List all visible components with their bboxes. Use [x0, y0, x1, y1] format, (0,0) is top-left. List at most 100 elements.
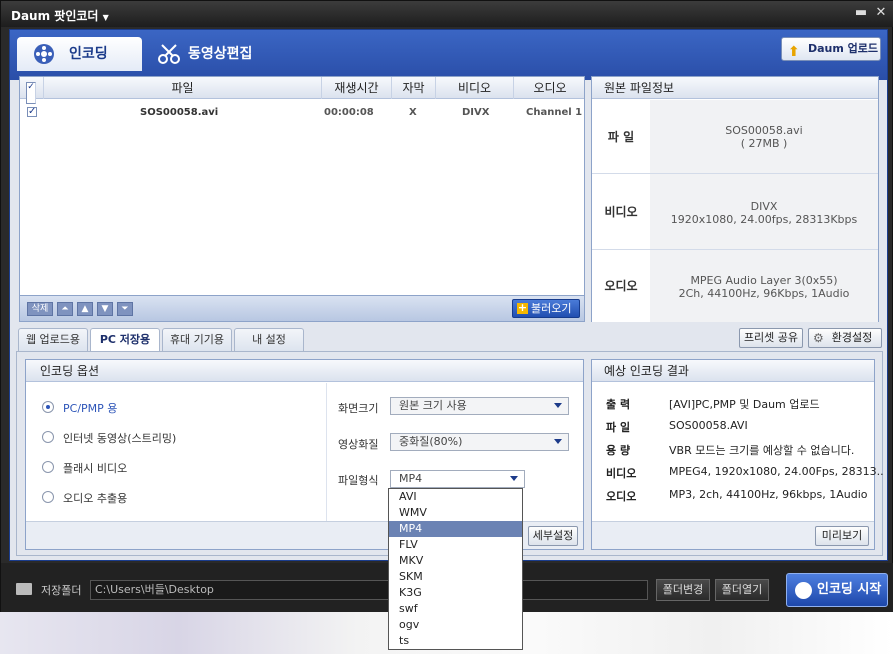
subtab-my-settings[interactable]: 내 설정: [234, 328, 304, 352]
subtab-web-upload[interactable]: 웹 업로드용: [18, 328, 88, 352]
change-folder-button[interactable]: 폴더변경: [656, 579, 710, 601]
column-file[interactable]: 파일: [44, 77, 322, 99]
load-button[interactable]: + 불러오기: [512, 299, 580, 318]
start-encoding-label: 인코딩 시작: [817, 582, 882, 597]
radio-flash[interactable]: [42, 461, 54, 473]
column-subtitle[interactable]: 자막: [392, 77, 436, 99]
title-bar[interactable]: Daum 팟인코더 ▼ ▬ ✕: [1, 1, 893, 27]
chevron-down-icon: [554, 403, 562, 408]
table-row[interactable]: ✓ SOS00058.avi 00:00:08 X DIVX Channel 1: [20, 101, 584, 123]
dropdown-option-swf[interactable]: swf: [389, 601, 522, 617]
column-video[interactable]: 비디오: [436, 77, 514, 99]
result-file-value: SOS00058.AVI: [669, 419, 748, 432]
save-folder-label: 저장폴더: [41, 584, 82, 597]
tab-video-edit-label: 동영상편집: [188, 46, 253, 62]
film-reel-icon: [795, 582, 812, 599]
save-folder-path[interactable]: C:\Users\버들\Desktop: [90, 580, 648, 600]
dropdown-option-avi[interactable]: AVI: [389, 489, 522, 505]
source-file-label: 파 일: [592, 100, 650, 173]
format-label: 파일형식: [338, 474, 379, 487]
source-file-row: 파 일 SOS00058.avi ( 27MB ): [592, 100, 878, 174]
source-file-name: SOS00058.avi: [725, 124, 803, 137]
preset-share-button[interactable]: 프리셋 공유: [739, 328, 803, 348]
result-video-label: 비디오: [606, 467, 637, 480]
dropdown-option-mp4[interactable]: MP4: [389, 521, 522, 537]
encoding-options-title: 인코딩 옵션: [26, 360, 583, 382]
quality-select[interactable]: 중화질(80%): [390, 433, 569, 451]
radio-pc-pmp[interactable]: [42, 401, 54, 413]
result-size-label: 용 량: [606, 444, 631, 457]
format-dropdown-list[interactable]: AVI WMV MP4 FLV MKV SKM K3G swf ogv ts: [388, 488, 523, 650]
dropdown-option-ogv[interactable]: ogv: [389, 617, 522, 633]
source-audio-detail: 2Ch, 44100Hz, 96Kbps, 1Audio: [678, 287, 850, 300]
chevron-down-icon: [554, 439, 562, 444]
dropdown-option-skm[interactable]: SKM: [389, 569, 522, 585]
row-video: DIVX: [462, 107, 490, 118]
quality-value: 중화질(80%): [399, 435, 463, 448]
result-file-label: 파 일: [606, 421, 631, 434]
dropdown-option-k3g[interactable]: K3G: [389, 585, 522, 601]
delete-button[interactable]: 삭제: [27, 302, 53, 316]
folder-icon: [16, 583, 32, 595]
plus-icon: +: [517, 301, 528, 314]
subtab-pc-save[interactable]: PC 저장용: [90, 328, 160, 353]
daum-upload-button[interactable]: ⬆ Daum 업로드: [781, 37, 881, 61]
radio-flash-label[interactable]: 플래시 비디오: [63, 460, 127, 476]
dropdown-option-mkv[interactable]: MKV: [389, 553, 522, 569]
result-size-value: VBR 모드는 크기를 예상할 수 없습니다.: [669, 444, 855, 457]
gear-icon: ⚙: [813, 331, 824, 345]
dropdown-option-ts[interactable]: ts: [389, 633, 522, 649]
settings-button[interactable]: ⚙ 환경설정: [808, 328, 882, 348]
detail-settings-button[interactable]: 세부설정: [528, 526, 578, 546]
radio-streaming[interactable]: [42, 431, 54, 443]
screen-size-select[interactable]: 원본 크기 사용: [390, 397, 569, 415]
expected-result-title: 예상 인코딩 결과: [592, 360, 874, 382]
move-bottom-icon[interactable]: ⏷: [117, 302, 133, 316]
move-top-icon[interactable]: ⏶: [57, 302, 73, 316]
column-duration[interactable]: 재생시간: [322, 77, 392, 99]
radio-streaming-label[interactable]: 인터넷 동영상(스트리밍): [63, 430, 176, 446]
screen-size-value: 원본 크기 사용: [399, 399, 467, 412]
radio-audio-extract-label[interactable]: 오디오 추출용: [63, 490, 127, 506]
format-select[interactable]: MP4: [390, 470, 525, 488]
open-folder-button[interactable]: 폴더열기: [715, 579, 769, 601]
daum-upload-label: Daum 업로드: [808, 42, 879, 55]
close-button[interactable]: ✕: [873, 5, 889, 21]
upload-arrow-icon: ⬆: [788, 44, 800, 60]
tab-encoding-label: 인코딩: [69, 46, 108, 62]
row-checkbox[interactable]: ✓: [27, 107, 37, 117]
dropdown-option-flv[interactable]: FLV: [389, 537, 522, 553]
result-video-value: MPEG4, 1920x1080, 24.00Fps, 28313..: [669, 465, 884, 478]
source-video-codec: DIVX: [750, 200, 778, 213]
move-up-icon[interactable]: ▲: [77, 302, 93, 316]
dropdown-option-wmv[interactable]: WMV: [389, 505, 522, 521]
result-output-label: 출 력: [606, 398, 631, 411]
quality-label: 영상화질: [338, 438, 379, 451]
radio-pc-pmp-label[interactable]: PC/PMP 용: [63, 400, 117, 416]
scissors-film-icon: [158, 44, 180, 64]
chevron-down-icon: [510, 476, 518, 481]
tab-video-edit[interactable]: 동영상편집: [142, 37, 272, 71]
file-list-toolbar: 삭제 ⏶ ▲ ▼ ⏷ + 불러오기: [20, 295, 584, 321]
film-reel-icon: [34, 44, 54, 64]
source-video-label: 비디오: [592, 174, 650, 249]
subtab-mobile[interactable]: 휴대 기기용: [162, 328, 232, 352]
file-list-header: ✓ 파일 재생시간 자막 비디오 오디오: [20, 77, 586, 104]
minimize-button[interactable]: ▬: [853, 5, 869, 21]
load-label: 불러오기: [531, 302, 572, 315]
result-output-value: [AVI]PC,PMP 및 Daum 업로드: [669, 398, 820, 411]
row-duration: 00:00:08: [324, 107, 374, 118]
preview-button[interactable]: 미리보기: [815, 526, 869, 546]
start-encoding-button[interactable]: 인코딩 시작: [786, 573, 888, 607]
source-video-row: 비디오 DIVX 1920x1080, 24.00fps, 28313Kbps: [592, 174, 878, 250]
result-audio-label: 오디오: [606, 490, 637, 503]
move-down-icon[interactable]: ▼: [97, 302, 113, 316]
column-audio[interactable]: 오디오: [514, 77, 586, 99]
radio-audio-extract[interactable]: [42, 491, 54, 503]
source-video-detail: 1920x1080, 24.00fps, 28313Kbps: [670, 213, 858, 226]
result-audio-value: MP3, 2ch, 44100Hz, 96kbps, 1Audio: [669, 488, 868, 501]
tab-encoding[interactable]: 인코딩: [17, 37, 142, 71]
row-subtitle: X: [409, 107, 417, 118]
expected-result-panel: 예상 인코딩 결과 출 력 [AVI]PC,PMP 및 Daum 업로드 파 일…: [591, 359, 884, 550]
format-value: MP4: [399, 472, 423, 485]
